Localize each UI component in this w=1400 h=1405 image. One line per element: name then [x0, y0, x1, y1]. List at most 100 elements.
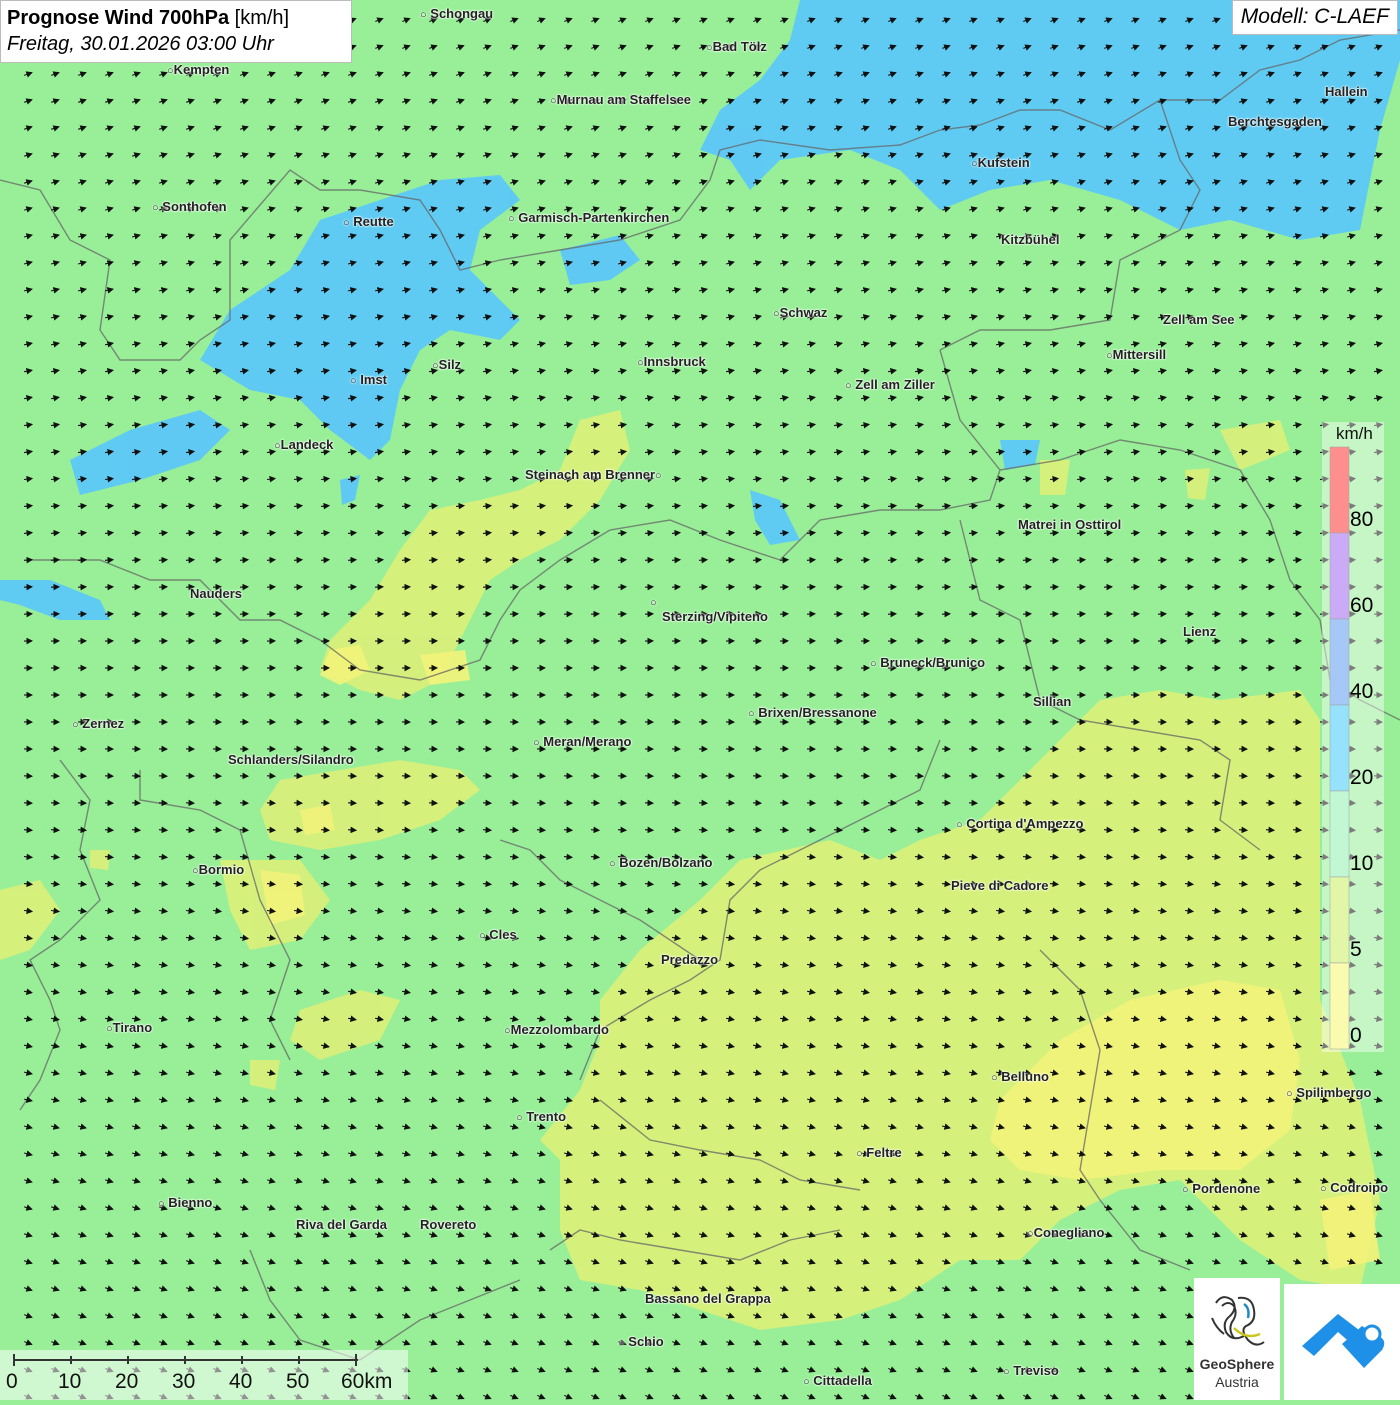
city-label: Pieve di Cadore	[951, 878, 1049, 893]
wind-arrow	[24, 560, 32, 561]
wind-arrow	[672, 560, 680, 561]
wind-arrow	[726, 560, 734, 561]
wind-arrow	[294, 560, 302, 561]
city-label: Rovereto	[420, 1217, 476, 1232]
city-marker-icon: ○	[655, 470, 662, 482]
wind-arrow	[267, 830, 275, 831]
city-marker-icon: ○	[773, 308, 780, 320]
scale-label: 60km	[341, 1370, 392, 1394]
city-label: ○Murnau am Staffelsee	[550, 92, 691, 107]
city-label: ○ Pordenone	[1182, 1181, 1260, 1196]
city-marker-icon: ○	[504, 1025, 511, 1037]
city-label: ○Innsbruck	[637, 354, 706, 369]
wind-arrow	[510, 830, 518, 831]
city-label: Riva del Garda	[296, 1217, 387, 1232]
logo-text-geosphere: GeoSphere	[1194, 1356, 1280, 1372]
wind-arrow	[483, 830, 491, 831]
city-label: ○Kufstein	[971, 155, 1030, 170]
city-label: ○Landeck	[274, 437, 333, 452]
wind-arrow	[267, 560, 275, 561]
wind-arrow	[942, 560, 950, 561]
city-label: ○ Schio	[618, 1334, 664, 1349]
wind-arrow	[402, 830, 410, 831]
city-label: ○ Bienno	[158, 1195, 212, 1210]
city-marker-icon: ○	[1320, 1183, 1327, 1195]
wind-arrow	[1239, 560, 1247, 561]
city-label: ○ Garmisch-Partenkirchen	[508, 210, 669, 225]
wind-arrow	[807, 560, 815, 561]
wind-arrow	[1158, 830, 1166, 831]
city-marker-icon: ○	[845, 380, 852, 392]
wind-arrow	[240, 560, 248, 561]
city-marker-icon: ○	[1027, 1228, 1034, 1240]
logo-area: GeoSphere Austria	[1194, 1278, 1400, 1400]
city-label: ○Mezzolombardo	[504, 1022, 609, 1037]
wind-arrow	[726, 830, 734, 831]
city-marker-icon: ○	[106, 1023, 113, 1035]
wind-arrow	[537, 830, 545, 831]
wind-arrow	[618, 830, 626, 831]
city-label: ○ Treviso	[1003, 1363, 1059, 1378]
legend-tick: 40	[1350, 680, 1373, 704]
scale-label: 40	[229, 1370, 252, 1394]
wind-arrow	[645, 560, 653, 561]
city-label: ○ Trento	[516, 1109, 566, 1124]
wind-arrow	[1212, 560, 1220, 561]
wind-arrow	[510, 560, 518, 561]
wind-arrow	[294, 830, 302, 831]
city-marker-icon: ○	[479, 930, 486, 942]
wind-arrow	[321, 830, 329, 831]
city-marker-icon: ○	[1003, 1366, 1010, 1378]
wind-arrow	[753, 830, 761, 831]
title-box: Prognose Wind 700hPa [km/h] Freitag, 30.…	[0, 0, 352, 63]
wind-arrow	[591, 560, 599, 561]
wind-arrow	[213, 830, 221, 831]
wind-arrow	[1266, 560, 1274, 561]
city-label: ○ Sonthofen	[152, 199, 227, 214]
cloud-arrow-icon	[1284, 1284, 1400, 1400]
city-marker-icon: ○	[748, 708, 755, 720]
scale-label: 0	[6, 1370, 18, 1394]
wind-arrow	[699, 560, 707, 561]
wind-arrow	[537, 560, 545, 561]
wind-arrow	[1293, 830, 1301, 831]
wind-arrow	[78, 830, 86, 831]
wind-arrow	[348, 830, 356, 831]
city-label: ○ Bozen/Bolzano	[609, 855, 712, 870]
wind-arrow	[969, 560, 977, 561]
wind-arrow	[1266, 830, 1274, 831]
wind-arrow	[834, 830, 842, 831]
legend-unit: km/h	[1336, 424, 1373, 444]
city-marker-icon: ○	[533, 737, 540, 749]
wind-arrow	[456, 560, 464, 561]
wind-arrow	[186, 830, 194, 831]
wind-arrow	[942, 830, 950, 831]
city-marker-icon: ○	[158, 1198, 165, 1210]
wind-arrow	[564, 830, 572, 831]
wind-arrow	[861, 560, 869, 561]
city-marker-icon: ○	[167, 65, 174, 77]
title-unit: [km/h]	[235, 7, 289, 29]
wind-arrow	[996, 560, 1004, 561]
wind-arrow	[132, 560, 140, 561]
wind-arrow	[105, 830, 113, 831]
city-label: Predazzo	[661, 952, 718, 967]
city-marker-icon: ○	[971, 158, 978, 170]
city-label: Matrei in Osttirol	[1018, 517, 1121, 532]
city-label: ○ Schongau	[420, 6, 493, 21]
city-label: ○ Meran/Merano	[533, 734, 631, 749]
wind-arrow	[780, 560, 788, 561]
city-marker-icon: ○	[1106, 350, 1113, 362]
city-label: ○ Feltre	[856, 1145, 902, 1160]
city-marker-icon: ○	[274, 440, 281, 452]
wind-arrow	[159, 560, 167, 561]
geosphere-logo: GeoSphere Austria	[1194, 1278, 1280, 1400]
city-label: Lienz	[1183, 624, 1216, 639]
wind-arrow	[915, 830, 923, 831]
wind-arrow	[348, 560, 356, 561]
wind-arrow	[105, 560, 113, 561]
city-label: ○ Zernez	[72, 716, 124, 731]
wind-arrow	[78, 560, 86, 561]
wind-arrow	[564, 560, 572, 561]
wind-arrow	[591, 830, 599, 831]
